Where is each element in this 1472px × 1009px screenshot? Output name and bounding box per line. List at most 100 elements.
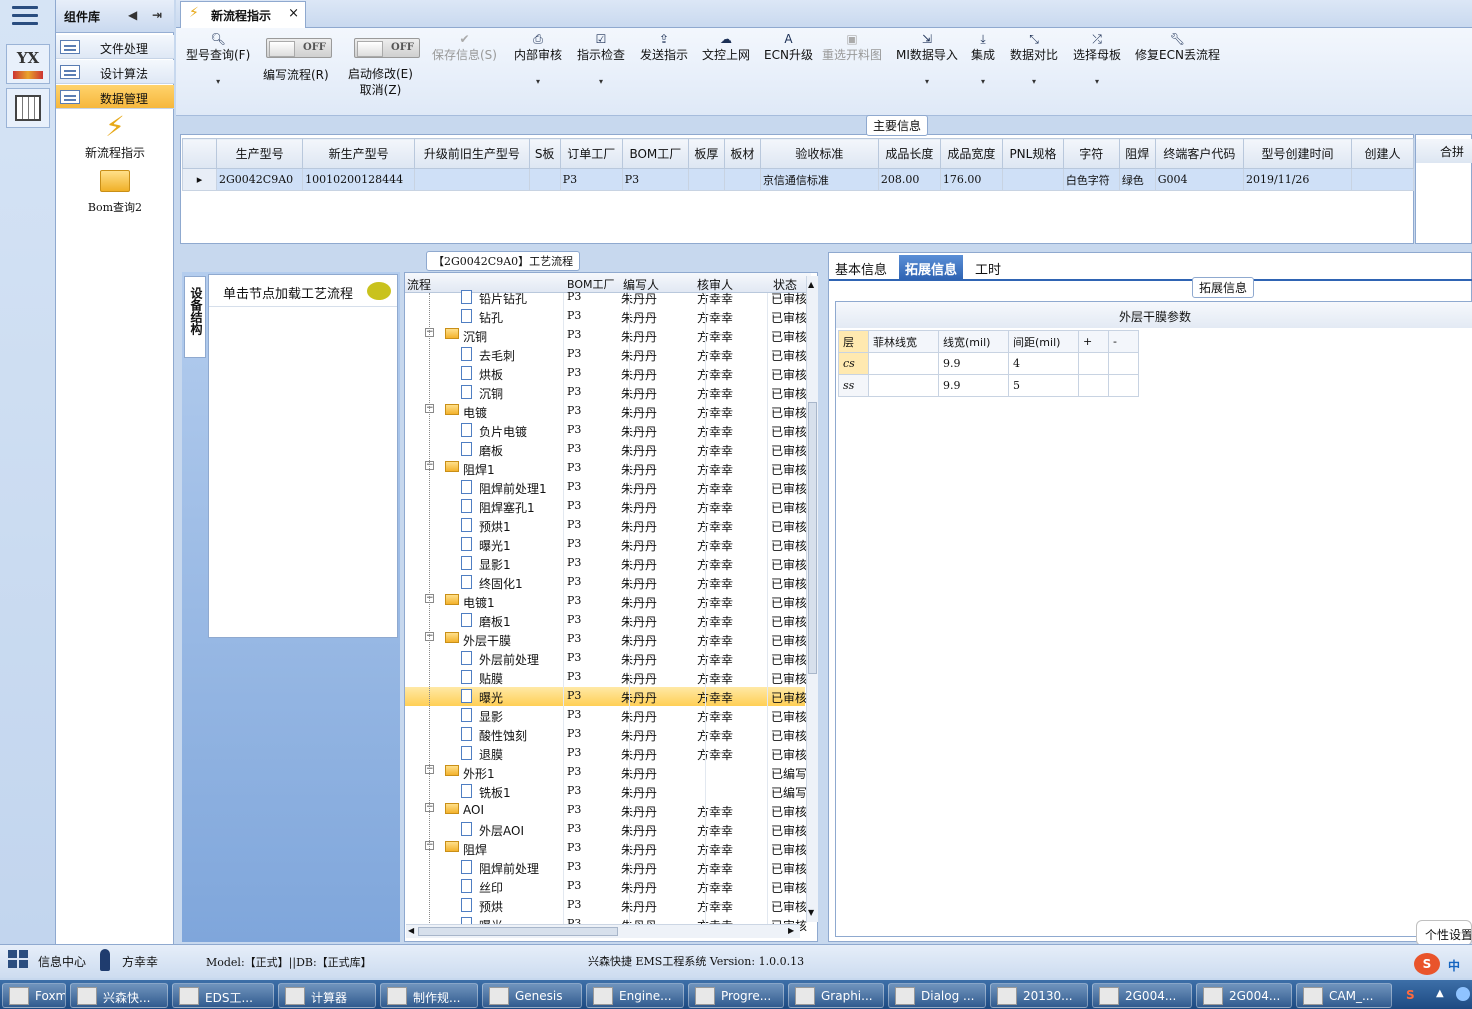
chevron-down-icon[interactable]: ▾ xyxy=(1010,77,1058,86)
tree-row[interactable]: 去毛刺 P3 朱丹丹 方幸幸 已审核 xyxy=(405,345,807,364)
table-cell[interactable]: 9.9 xyxy=(938,374,1009,397)
data-compare-button[interactable]: ⤡ 数据对比 ▾ xyxy=(1010,32,1058,86)
new-flow-instruction-item[interactable]: ⚡ 新流程指示 xyxy=(56,112,174,161)
tray-up-arrow-icon[interactable]: ▲ xyxy=(1436,988,1444,999)
tree-node-label[interactable]: 预烘 xyxy=(479,898,503,915)
tree-node-label[interactable]: 阻焊前处理 xyxy=(479,860,539,877)
fix-ecn-lost-flow-button[interactable]: 🔧︎ 修复ECN丢流程 xyxy=(1135,32,1220,63)
tree-node-label[interactable]: 磨板 xyxy=(479,442,503,459)
table-cell[interactable] xyxy=(868,374,939,397)
tree-node-label[interactable]: 预烘1 xyxy=(479,518,511,535)
tab-basic-info[interactable]: 基本信息 xyxy=(829,255,893,279)
table-row[interactable]: ss 9.9 5 xyxy=(838,374,1139,397)
tree-node-label[interactable]: 曝光1 xyxy=(479,537,511,554)
tree-row[interactable]: 铅片钻孔 P3 朱丹丹 方幸幸 已审核 xyxy=(405,288,807,307)
reselect-cutting-map-button[interactable]: ▣ 重选开料图 xyxy=(822,32,882,63)
table-cell[interactable]: 2G0042C9A0 xyxy=(215,168,304,191)
collapse-left-icon[interactable]: ◀ xyxy=(128,8,137,22)
tree-row[interactable]: 酸性蚀刻 P3 朱丹丹 方幸幸 已审核 xyxy=(405,725,807,744)
calculator-icon[interactable] xyxy=(6,88,50,128)
menu-icon[interactable] xyxy=(12,6,38,26)
scroll-down-icon[interactable]: ▼ xyxy=(808,908,814,917)
close-icon[interactable]: × xyxy=(288,6,299,21)
ecn-upgrade-button[interactable]: A ECN升级 xyxy=(764,32,813,63)
taskbar-item[interactable]: 20130... xyxy=(990,983,1088,1008)
table-cell[interactable]: 5 xyxy=(1008,374,1079,397)
table-cell[interactable]: 白色字符 xyxy=(1062,168,1120,191)
table-cell[interactable] xyxy=(1001,168,1064,191)
tree-row[interactable]: 阻焊前处理 P3 朱丹丹 方幸幸 已审核 xyxy=(405,858,807,877)
table-cell[interactable] xyxy=(1108,374,1139,397)
table-cell[interactable]: 9.9 xyxy=(938,352,1009,375)
sogou-ime-icon[interactable]: S xyxy=(1414,953,1440,975)
col-thickness[interactable]: 板厚 xyxy=(687,138,725,169)
taskbar-item[interactable]: Engine... xyxy=(586,983,684,1008)
tree-node-label[interactable]: 终固化1 xyxy=(479,575,523,592)
tree-node-label[interactable]: 外层前处理 xyxy=(479,651,539,668)
tree-row[interactable]: 终固化1 P3 朱丹丹 方幸幸 已审核 xyxy=(405,573,807,592)
col-solder-mask[interactable]: 阻焊 xyxy=(1118,138,1156,169)
model-query-button[interactable]: 🔍︎ 型号查询(F) ▾ xyxy=(186,32,250,86)
chevron-down-icon[interactable]: ▾ xyxy=(186,77,250,86)
scroll-left-icon[interactable]: ◀ xyxy=(408,926,414,935)
tree-row[interactable]: − 阻焊1 P3 朱丹丹 方幸幸 已审核 xyxy=(405,459,807,478)
table-cell[interactable] xyxy=(1108,352,1139,375)
table-cell[interactable] xyxy=(723,168,761,191)
col-order-factory[interactable]: 订单工厂 xyxy=(559,138,623,169)
tree-row[interactable]: 钻孔 P3 朱丹丹 方幸幸 已审核 xyxy=(405,307,807,326)
table-cell[interactable]: G004 xyxy=(1154,168,1245,191)
tree-row[interactable]: 阻焊前处理1 P3 朱丹丹 方幸幸 已审核 xyxy=(405,478,807,497)
taskbar-item[interactable]: CAM_... xyxy=(1296,983,1392,1008)
table-cell[interactable]: 176.00 xyxy=(939,168,1003,191)
tree-row[interactable]: 曝光1 P3 朱丹丹 方幸幸 已审核 xyxy=(405,535,807,554)
col-customer-code[interactable]: 终端客户代码 xyxy=(1154,138,1245,169)
mi-data-import-button[interactable]: ⇲ MI数据导入 ▾ xyxy=(896,32,958,86)
chevron-down-icon[interactable]: ▾ xyxy=(971,77,995,86)
taskbar-item[interactable]: Genesis xyxy=(482,983,582,1008)
taskbar-item[interactable]: 2G004... xyxy=(1196,983,1292,1008)
tree-node-label[interactable]: 外层干膜 xyxy=(463,632,511,649)
chevron-down-icon[interactable]: ▾ xyxy=(896,77,958,86)
tree-node-label[interactable]: 丝印 xyxy=(479,879,503,896)
taskbar-item[interactable]: 制作规... xyxy=(380,983,478,1008)
tree-row[interactable]: 磨板1 P3 朱丹丹 方幸幸 已审核 xyxy=(405,611,807,630)
tab-device-structure[interactable]: 设备结构 xyxy=(184,276,206,358)
scroll-thumb[interactable] xyxy=(808,402,817,674)
table-cell[interactable]: 208.00 xyxy=(877,168,941,191)
tree-row[interactable]: 退膜 P3 朱丹丹 方幸幸 已审核 xyxy=(405,744,807,763)
tree-node-label[interactable]: 磨板1 xyxy=(479,613,511,630)
tree-node-label[interactable]: 外形1 xyxy=(463,765,495,782)
col-create-time[interactable]: 型号创建时间 xyxy=(1243,138,1352,169)
col-model[interactable]: 生产型号 xyxy=(215,138,304,169)
taskbar-item[interactable]: Dialog ... xyxy=(888,983,986,1008)
table-cell[interactable]: 2019/11/26 xyxy=(1243,168,1352,191)
table-cell[interactable] xyxy=(1351,168,1414,191)
tree-node-label[interactable]: 贴膜 xyxy=(479,670,503,687)
internal-review-button[interactable]: ⎙ 内部审核 ▾ xyxy=(514,32,562,86)
tree-node-label[interactable]: 外层AOI xyxy=(479,822,524,839)
tree-node-label[interactable]: 阻焊前处理1 xyxy=(479,480,547,497)
tree-row[interactable]: 预烘 P3 朱丹丹 方幸幸 已审核 xyxy=(405,896,807,915)
table-cell[interactable]: P3 xyxy=(559,168,623,191)
tree-row[interactable]: 曝光 P3 朱丹丹 方幸幸 已审核 xyxy=(405,687,807,706)
sidebar-item-design-algorithm[interactable]: 设计算法 xyxy=(56,60,174,84)
tree-row[interactable]: 预烘1 P3 朱丹丹 方幸幸 已审核 xyxy=(405,516,807,535)
tree-node-label[interactable]: 铣板1 xyxy=(479,784,511,801)
col-spacing[interactable]: 间距(mil) xyxy=(1008,330,1079,353)
tree-node-label[interactable]: 阻焊1 xyxy=(463,461,495,478)
taskbar-item[interactable]: 计算器 xyxy=(278,983,376,1008)
tree-node-label[interactable]: 显影 xyxy=(479,708,503,725)
tab-new-flow-instruction[interactable]: ⚡ 新流程指示 × xyxy=(180,1,306,28)
tree-row[interactable]: − 电镀 P3 朱丹丹 方幸幸 已审核 xyxy=(405,402,807,421)
bom-query-item[interactable]: Bom查询2 xyxy=(56,170,174,215)
tree-node-label[interactable]: 退膜 xyxy=(479,746,503,763)
tree-row[interactable]: 外层前处理 P3 朱丹丹 方幸幸 已审核 xyxy=(405,649,807,668)
row-pointer-icon[interactable]: ▸ xyxy=(182,168,217,191)
tree-node-label[interactable]: 电镀 xyxy=(463,404,487,421)
col-old-model[interactable]: 升级前旧生产型号 xyxy=(414,138,530,169)
table-row[interactable]: ▸ 2G0042C9A0 10010200128444 P3 P3 京信通信标准… xyxy=(182,168,1414,191)
tab-work-hours[interactable]: 工时 xyxy=(969,255,1007,279)
table-row[interactable]: cs 9.9 4 xyxy=(838,352,1139,375)
tree-node-label[interactable]: 酸性蚀刻 xyxy=(479,727,527,744)
col-character[interactable]: 字符 xyxy=(1062,138,1120,169)
